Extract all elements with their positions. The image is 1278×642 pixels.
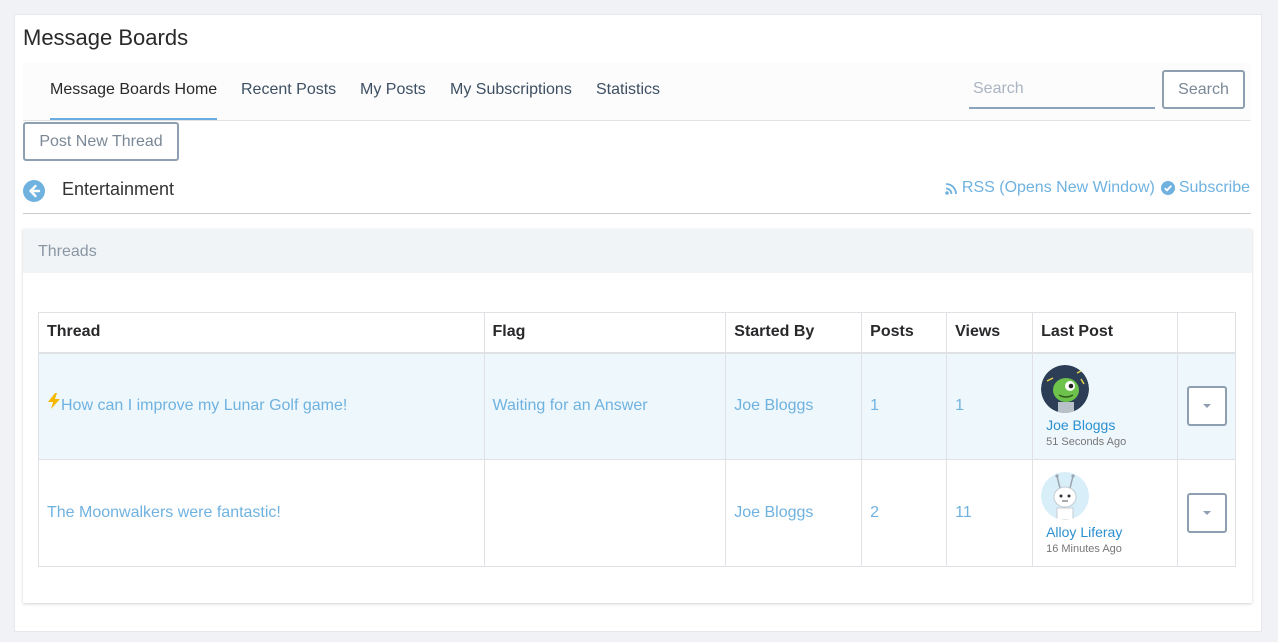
tab-recent-posts[interactable]: Recent Posts [241, 81, 336, 99]
column-header-last-post: Last Post [1032, 312, 1178, 354]
search-button[interactable]: Search [1162, 70, 1245, 109]
thread-cell: How can I improve my Lunar Golf game! [38, 352, 485, 460]
active-tab-indicator [50, 118, 217, 120]
navbar: Message Boards Home Recent Posts My Post… [23, 63, 1251, 121]
message-boards-portlet: Message Boards Message Boards Home Recen… [14, 14, 1262, 632]
views-count: 1 [946, 352, 1034, 460]
thread-link[interactable]: The Moonwalkers were fantastic! [47, 504, 281, 521]
rss-link[interactable]: RSS (Opens New Window) [962, 179, 1155, 197]
actions-cell [1176, 459, 1237, 567]
table-header-row: Thread Flag Started By Posts Views Last … [38, 312, 1237, 354]
column-header-actions [1176, 312, 1237, 354]
last-post-cell: Alloy Liferay 16 Minutes Ago [1032, 459, 1178, 567]
table-row: The Moonwalkers were fantastic! Joe Blog… [38, 459, 1237, 567]
posts-count: 1 [861, 352, 948, 460]
threads-table: Thread Flag Started By Posts Views Last … [38, 312, 1237, 567]
thread-actions-button[interactable] [1186, 493, 1227, 533]
started-by-link[interactable]: Joe Bloggs [725, 352, 863, 460]
started-by-link[interactable]: Joe Bloggs [725, 459, 863, 567]
column-header-views: Views [946, 312, 1034, 354]
check-circle-icon[interactable] [1160, 181, 1175, 195]
tab-message-boards-home[interactable]: Message Boards Home [50, 81, 217, 99]
last-post-cell: Joe Bloggs 51 Seconds Ago [1032, 352, 1178, 460]
last-post-time: 51 Seconds Ago [1046, 435, 1127, 448]
arrow-left-circle-icon[interactable] [23, 180, 45, 202]
avatar [1041, 471, 1090, 520]
post-new-thread-button[interactable]: Post New Thread [23, 122, 179, 161]
tab-my-subscriptions[interactable]: My Subscriptions [450, 81, 572, 99]
column-header-posts: Posts [861, 312, 948, 354]
flag-cell [483, 459, 727, 567]
threads-panel: Threads Thread Flag Started By Posts Vie… [23, 229, 1252, 603]
tab-statistics[interactable]: Statistics [596, 81, 660, 99]
rss-icon[interactable] [945, 182, 958, 195]
last-post-time: 16 Minutes Ago [1046, 542, 1122, 555]
last-post-user-link[interactable]: Alloy Liferay [1046, 524, 1169, 540]
category-title: Entertainment [62, 179, 175, 199]
page-title: Message Boards [23, 25, 189, 50]
subscribe-link[interactable]: Subscribe [1179, 179, 1250, 197]
divider [23, 213, 1251, 214]
caret-down-icon [1202, 404, 1211, 409]
thread-actions-button[interactable] [1186, 386, 1227, 427]
panel-title[interactable]: Threads [23, 229, 1252, 273]
tab-my-posts[interactable]: My Posts [360, 81, 426, 99]
search-input[interactable] [969, 71, 1155, 109]
category-actions: RSS (Opens New Window) Subscribe [945, 179, 1250, 197]
bolt-icon [48, 393, 60, 410]
flag-cell: Waiting for an Answer [483, 352, 727, 460]
column-header-thread: Thread [38, 312, 485, 354]
last-post-user-link[interactable]: Joe Bloggs [1046, 417, 1169, 433]
thread-link[interactable]: How can I improve my Lunar Golf game! [61, 397, 347, 414]
actions-cell [1176, 352, 1237, 460]
column-header-flag: Flag [483, 312, 727, 354]
posts-count: 2 [861, 459, 948, 567]
thread-cell: The Moonwalkers were fantastic! [38, 459, 485, 567]
views-count: 11 [946, 459, 1034, 567]
table-row: How can I improve my Lunar Golf game! Wa… [38, 352, 1237, 460]
column-header-started-by: Started By [725, 312, 863, 354]
caret-down-icon [1202, 511, 1211, 515]
avatar [1041, 364, 1090, 413]
